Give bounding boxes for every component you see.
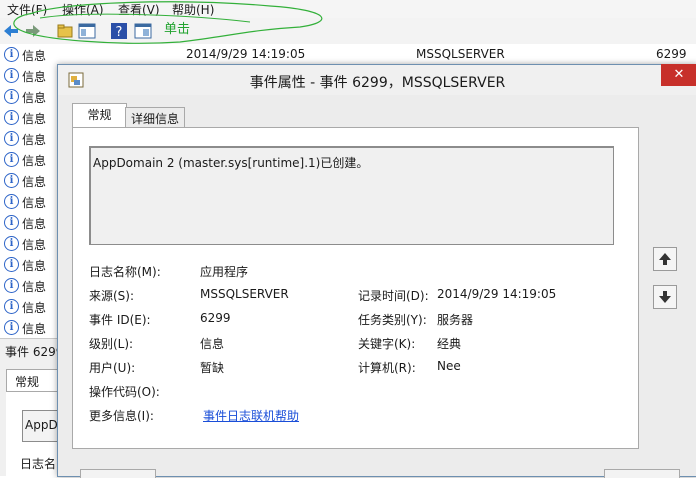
task-category-value: 服务器 xyxy=(437,313,474,327)
tab-general[interactable]: 常规 xyxy=(72,103,127,129)
info-icon: i xyxy=(4,131,19,146)
info-icon: i xyxy=(4,173,19,188)
log-name-value: 应用程序 xyxy=(200,265,249,279)
info-icon: i xyxy=(4,194,19,209)
event-description-box[interactable]: AppDomain 2 (master.sys[runtime].1)已创建。 xyxy=(89,146,614,245)
event-level: 信息 xyxy=(22,322,47,336)
tab-details[interactable]: 详细信息 xyxy=(125,107,185,129)
event-source: MSSQLSERVER xyxy=(416,47,505,61)
source-value: MSSQLSERVER xyxy=(200,287,289,301)
preview-description: AppD xyxy=(25,418,58,432)
event-level: 信息 xyxy=(22,259,47,273)
computer-value: Nee xyxy=(437,359,461,373)
info-icon: i xyxy=(4,215,19,230)
previous-event-button[interactable] xyxy=(653,247,677,271)
properties-icon[interactable] xyxy=(78,22,96,40)
user-label: 用户(U): xyxy=(89,361,136,375)
event-id-value: 6299 xyxy=(200,311,231,325)
preview-log-name-label: 日志名 xyxy=(20,457,57,471)
event-level: 信息 xyxy=(22,133,47,147)
info-icon: i xyxy=(4,47,19,62)
info-icon: i xyxy=(4,110,19,125)
opcode-label: 操作代码(O): xyxy=(89,385,160,399)
view-pane-icon[interactable] xyxy=(134,22,152,40)
info-icon: i xyxy=(4,278,19,293)
toolbar: ? 单击 xyxy=(0,18,696,45)
help-icon[interactable]: ? xyxy=(110,22,128,40)
dialog-title: 事件属性 - 事件 6299，MSSQLSERVER xyxy=(249,75,506,91)
keywords-value: 经典 xyxy=(437,337,462,351)
dialog-titlebar[interactable]: 事件属性 - 事件 6299，MSSQLSERVER ✕ xyxy=(58,64,696,95)
source-label: 来源(S): xyxy=(89,289,135,303)
event-level: 信息 xyxy=(22,196,47,210)
more-info-label: 更多信息(I): xyxy=(89,409,154,423)
back-arrow-icon[interactable] xyxy=(2,22,20,40)
log-name-label: 日志名称(M): xyxy=(89,265,161,279)
event-level: 信息 xyxy=(22,154,47,168)
up-arrow-icon xyxy=(659,253,671,265)
logged-label: 记录时间(D): xyxy=(358,289,429,303)
event-description: AppDomain 2 (master.sys[runtime].1)已创建。 xyxy=(93,156,369,170)
menu-help[interactable]: 帮助(H) xyxy=(172,1,214,18)
folder-icon[interactable] xyxy=(56,22,74,40)
event-level: 信息 xyxy=(22,175,47,189)
event-id-label: 事件 ID(E): xyxy=(89,313,151,327)
event-level: 信息 xyxy=(22,49,47,63)
event-level: 信息 xyxy=(22,91,47,105)
info-icon: i xyxy=(4,320,19,335)
copy-button[interactable] xyxy=(80,469,156,478)
menu-bar: 文件(F) 操作(A) 查看(V) 帮助(H) xyxy=(0,0,696,18)
event-level: 信息 xyxy=(22,70,47,84)
event-properties-dialog: 事件属性 - 事件 6299，MSSQLSERVER ✕ 常规 详细信息 App… xyxy=(57,64,696,478)
event-datetime: 2014/9/29 14:19:05 xyxy=(186,47,306,61)
computer-label: 计算机(R): xyxy=(358,361,416,375)
general-tab-content: AppDomain 2 (master.sys[runtime].1)已创建。 … xyxy=(72,127,639,449)
level-value: 信息 xyxy=(200,337,225,351)
online-help-link[interactable]: 事件日志联机帮助 xyxy=(203,407,299,424)
next-event-button[interactable] xyxy=(653,285,677,309)
event-level: 信息 xyxy=(22,217,47,231)
level-label: 级别(L): xyxy=(89,337,134,351)
close-dialog-button[interactable] xyxy=(604,469,680,478)
keywords-label: 关键字(K): xyxy=(358,337,416,351)
close-button[interactable]: ✕ xyxy=(661,64,696,86)
preview-tab-label: 常规 xyxy=(15,375,40,389)
down-arrow-icon xyxy=(659,291,671,303)
event-id: 6299 xyxy=(656,47,687,61)
task-category-label: 任务类别(Y): xyxy=(358,313,427,327)
info-icon: i xyxy=(4,299,19,314)
info-icon: i xyxy=(4,152,19,167)
info-icon: i xyxy=(4,68,19,83)
menu-action[interactable]: 操作(A) xyxy=(62,1,104,18)
click-annotation: 单击 xyxy=(164,22,191,37)
logged-value: 2014/9/29 14:19:05 xyxy=(437,287,557,301)
event-level: 信息 xyxy=(22,301,47,315)
info-icon: i xyxy=(4,257,19,272)
info-icon: i xyxy=(4,236,19,251)
forward-arrow-icon[interactable] xyxy=(24,22,42,40)
user-value: 暂缺 xyxy=(200,361,225,375)
event-level: 信息 xyxy=(22,280,47,294)
info-icon: i xyxy=(4,89,19,104)
menu-view[interactable]: 查看(V) xyxy=(118,1,160,18)
preview-title: 事件 6299 xyxy=(5,345,64,359)
event-level: 信息 xyxy=(22,112,47,126)
menu-file[interactable]: 文件(F) xyxy=(7,1,47,18)
event-row[interactable]: i 信息 2014/9/29 14:19:05 MSSQLSERVER 6299 xyxy=(0,44,696,65)
event-level: 信息 xyxy=(22,238,47,252)
svg-text:?: ? xyxy=(116,25,123,40)
